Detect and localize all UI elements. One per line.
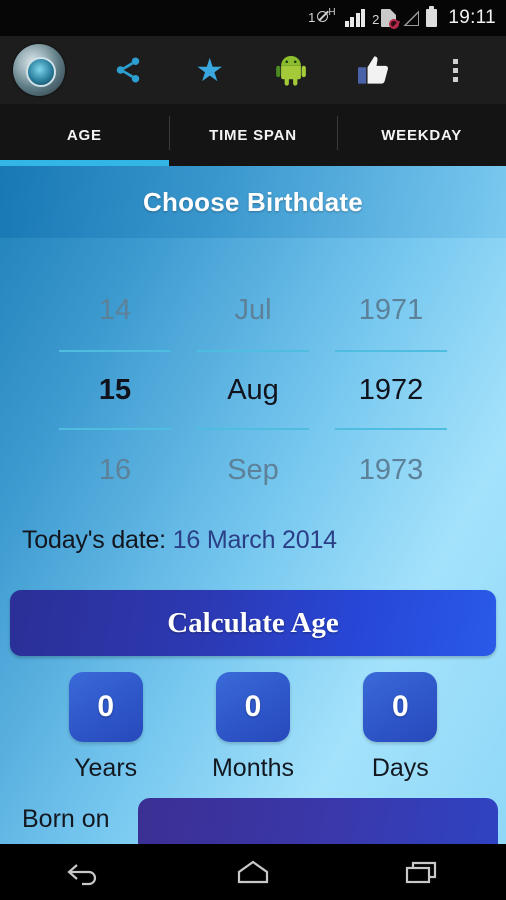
result-days: 0 Days [363, 672, 438, 783]
todays-date-row: Today's date: 16 March 2014 [22, 526, 337, 555]
status-bar-clock: 19:11 [448, 7, 496, 28]
born-on-label: Born on [22, 805, 110, 833]
born-on-value-button[interactable] [138, 798, 498, 844]
overflow-menu-icon[interactable] [427, 42, 483, 98]
signal-bars-icon [344, 9, 366, 27]
month-previous-value[interactable]: Jul [197, 270, 309, 350]
recents-icon[interactable] [382, 852, 462, 892]
sim1-label: 1 [308, 9, 316, 25]
share-icon[interactable] [100, 42, 156, 98]
app-logo-icon[interactable] [13, 44, 65, 96]
tab-weekday-label: WEEKDAY [381, 126, 463, 144]
days-value: 0 [391, 690, 409, 723]
tab-time-span-label: TIME SPAN [209, 126, 297, 144]
phone-screen: 1 H 2 19:11 ★ AGE TIME SPAN WEEKDAY Choo… [0, 0, 506, 900]
sim1-network-label: H [328, 6, 336, 18]
tab-age-label: AGE [66, 126, 102, 144]
android-icon[interactable] [263, 42, 319, 98]
status-bar: 1 H 2 19:11 [0, 0, 506, 36]
day-picker-column[interactable]: 14 15 16 [59, 270, 171, 510]
days-label: Days [371, 754, 429, 782]
month-selected-value[interactable]: Aug [197, 350, 309, 430]
thumbs-up-icon[interactable] [345, 42, 401, 98]
home-icon[interactable] [213, 852, 293, 892]
year-previous-value[interactable]: 1971 [335, 270, 447, 350]
result-years: 0 Years [68, 672, 143, 783]
result-months: 0 Months [212, 672, 294, 783]
day-selected-value[interactable]: 15 [59, 350, 171, 430]
tab-time-span[interactable]: TIME SPAN [168, 104, 338, 166]
calculate-age-label: Calculate Age [167, 606, 339, 639]
year-next-value[interactable]: 1973 [335, 430, 447, 510]
choose-birthdate-header: Choose Birthdate [0, 166, 506, 238]
born-on-row: Born on [0, 798, 506, 844]
years-label: Years [74, 754, 138, 782]
calculate-age-button[interactable]: Calculate Age [10, 590, 496, 656]
back-icon[interactable] [44, 852, 124, 892]
month-next-value[interactable]: Sep [197, 430, 309, 510]
age-results: 0 Years 0 Months 0 Days [0, 672, 506, 783]
sim1-data-icon: 1 H [308, 7, 337, 25]
months-label: Months [211, 754, 294, 782]
years-value: 0 [97, 690, 114, 723]
months-value: 0 [244, 690, 262, 723]
birthdate-picker: 14 15 16 Jul Aug Sep 1971 1972 1973 [0, 270, 506, 510]
signal-empty-icon [403, 10, 419, 26]
action-bar: ★ [0, 36, 506, 104]
sim2-label: 2 [372, 12, 380, 27]
battery-icon [426, 6, 438, 27]
day-previous-value[interactable]: 14 [59, 270, 171, 350]
months-value-box: 0 [215, 672, 290, 742]
todays-date-label: Today's date: [22, 526, 166, 554]
todays-date-value: 16 March 2014 [172, 526, 337, 554]
tab-bar: AGE TIME SPAN WEEKDAY [0, 104, 506, 166]
year-picker-column[interactable]: 1971 1972 1973 [335, 270, 447, 510]
years-value-box: 0 [68, 672, 143, 742]
month-picker-column[interactable]: Jul Aug Sep [197, 270, 309, 510]
age-tab-content: Choose Birthdate 14 15 16 Jul Aug Sep 19… [0, 166, 506, 844]
sim2-blocked-icon: 2 [372, 9, 400, 29]
navigation-bar [0, 844, 506, 900]
page-title: Choose Birthdate [143, 186, 363, 217]
day-next-value[interactable]: 16 [59, 430, 171, 510]
year-selected-value[interactable]: 1972 [335, 350, 447, 430]
sim-card-icon [381, 9, 400, 29]
days-value-box: 0 [363, 672, 438, 742]
tab-age[interactable]: AGE [0, 104, 169, 166]
tab-weekday[interactable]: WEEKDAY [337, 104, 506, 166]
sim1-data-off-icon [317, 10, 329, 22]
star-icon[interactable]: ★ [182, 42, 238, 98]
